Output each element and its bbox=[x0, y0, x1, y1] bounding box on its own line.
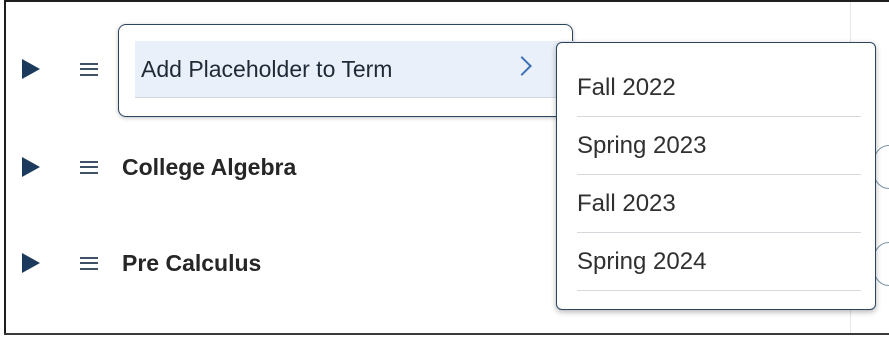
submenu-item-label: Fall 2022 bbox=[577, 73, 676, 101]
drag-handle-icon[interactable] bbox=[80, 256, 98, 270]
course-title: College Algebra bbox=[122, 153, 297, 180]
submenu-item-label: Fall 2023 bbox=[577, 189, 676, 217]
drag-handle-icon[interactable] bbox=[80, 62, 98, 76]
add-placeholder-to-term-menu-item[interactable]: Add Placeholder to Term bbox=[135, 41, 573, 98]
context-menu: Add Placeholder to Term bbox=[118, 24, 573, 117]
submenu-item-label: Spring 2024 bbox=[577, 247, 707, 275]
course-row-pre-calculus[interactable]: Pre Calculus bbox=[22, 248, 261, 278]
course-row-1[interactable] bbox=[22, 54, 122, 84]
row-action-button[interactable] bbox=[874, 145, 889, 189]
triangle-right-icon[interactable] bbox=[22, 253, 40, 273]
bottom-border bbox=[4, 333, 889, 335]
triangle-right-icon[interactable] bbox=[22, 59, 40, 79]
submenu-item-spring-2024[interactable]: Spring 2024 bbox=[577, 233, 861, 291]
term-submenu: Fall 2022 Spring 2023 Fall 2023 Spring 2… bbox=[556, 42, 876, 310]
course-row-college-algebra[interactable]: College Algebra bbox=[22, 152, 296, 182]
course-title: Pre Calculus bbox=[122, 249, 262, 276]
drag-handle-icon[interactable] bbox=[80, 160, 98, 174]
submenu-item-fall-2022[interactable]: Fall 2022 bbox=[577, 59, 861, 117]
chevron-right-icon bbox=[512, 56, 532, 76]
triangle-right-icon[interactable] bbox=[22, 157, 40, 177]
menu-item-label: Add Placeholder to Term bbox=[141, 55, 393, 82]
submenu-item-label: Spring 2023 bbox=[577, 131, 707, 159]
submenu-item-spring-2023[interactable]: Spring 2023 bbox=[577, 117, 861, 175]
submenu-item-fall-2023[interactable]: Fall 2023 bbox=[577, 175, 861, 233]
row-action-button[interactable] bbox=[874, 242, 889, 286]
